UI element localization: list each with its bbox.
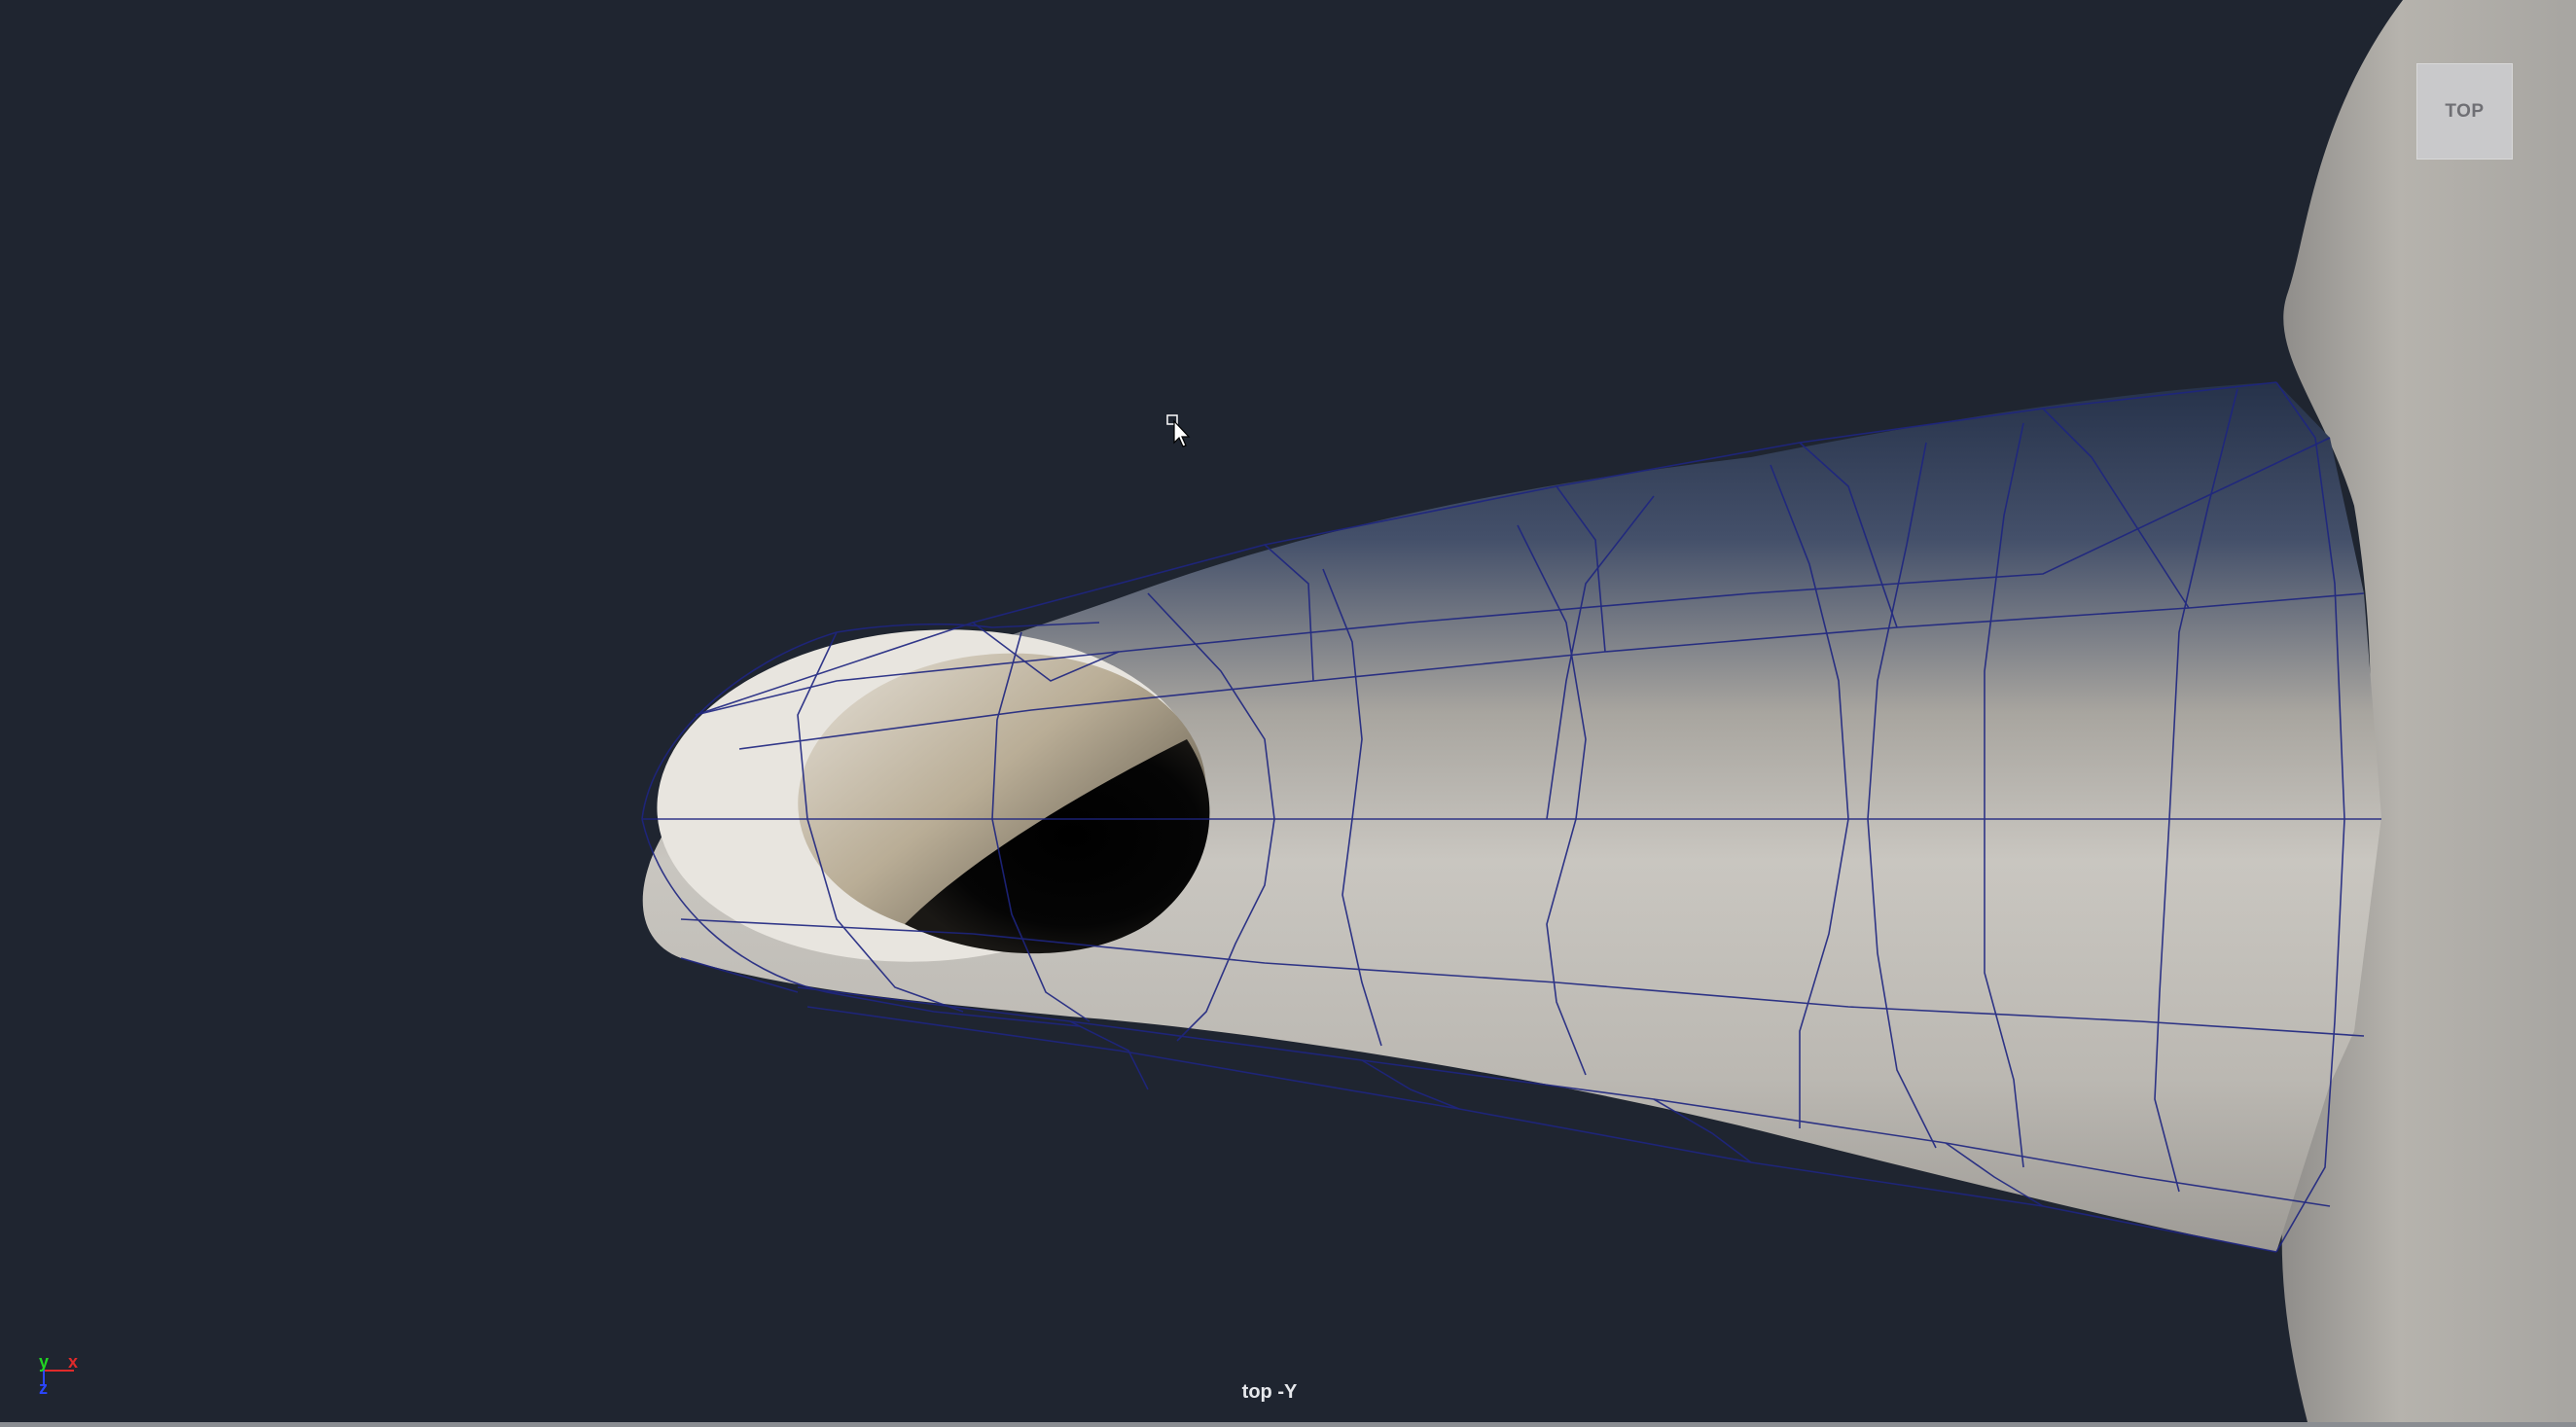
viewport-bottom-border (0, 1422, 2576, 1427)
axis-gizmo: y x z (29, 1347, 97, 1406)
camera-view-label: top -Y (1241, 1381, 1298, 1403)
axis-z-label: z (39, 1378, 48, 1398)
scene-render[interactable] (0, 0, 2576, 1422)
axis-x-label: x (68, 1352, 79, 1372)
view-cube-top[interactable]: TOP (2416, 63, 2513, 160)
axis-y-label: y (39, 1352, 50, 1372)
3d-viewport[interactable]: TOP top -Y y x z (0, 0, 2576, 1422)
arrow-cursor-icon (1166, 414, 1191, 447)
